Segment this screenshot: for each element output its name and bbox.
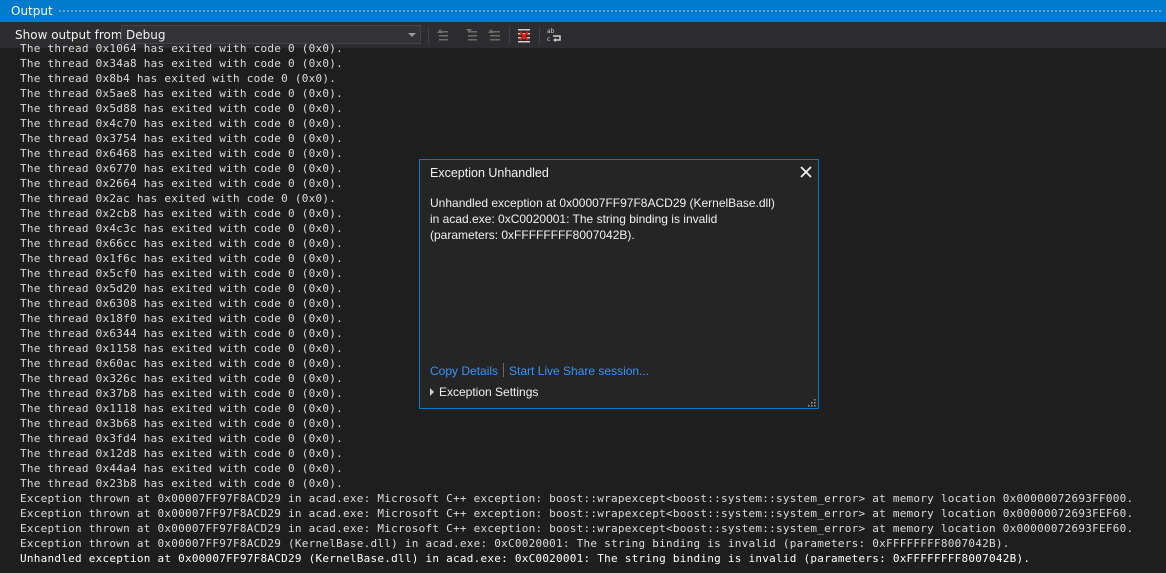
dialog-links: Copy Details Start Live Share session... <box>430 363 649 378</box>
log-line: The thread 0x12d8 has exited with code 0… <box>20 447 344 460</box>
log-line: Exception thrown at 0x00007FF97F8ACD29 i… <box>20 507 1134 520</box>
chevron-down-icon <box>408 33 416 37</box>
titlebar-drag-grip[interactable] <box>58 9 1162 14</box>
log-line: Unhandled exception at 0x00007FF97F8ACD2… <box>20 552 1031 565</box>
log-line: The thread 0x44a4 has exited with code 0… <box>20 462 344 475</box>
dialog-title: Exception Unhandled <box>430 166 549 180</box>
log-line: The thread 0x4c70 has exited with code 0… <box>20 117 344 130</box>
log-line: The thread 0x3754 has exited with code 0… <box>20 132 344 145</box>
link-divider <box>503 363 505 377</box>
log-line: The thread 0x1064 has exited with code 0… <box>20 42 344 55</box>
log-line: The thread 0x5ae8 has exited with code 0… <box>20 87 344 100</box>
expand-arrow-icon <box>430 388 434 396</box>
output-source-value: Debug <box>126 28 166 42</box>
exception-settings-expander[interactable]: Exception Settings <box>430 385 538 399</box>
log-line: Exception thrown at 0x00007FF97F8ACD29 i… <box>20 522 1134 535</box>
log-line: Exception thrown at 0x00007FF97F8ACD29 i… <box>20 492 1134 505</box>
svg-text:ab: ab <box>547 28 555 35</box>
copy-details-link[interactable]: Copy Details <box>430 364 498 378</box>
log-line: The thread 0x3fd4 has exited with code 0… <box>20 432 344 445</box>
exception-message: Unhandled exception at 0x00007FF97F8ACD2… <box>430 196 775 242</box>
output-panel-titlebar: Output <box>0 0 1166 22</box>
log-line: The thread 0x3b68 has exited with code 0… <box>20 417 344 430</box>
panel-title: Output <box>11 4 53 18</box>
log-line: The thread 0x5d88 has exited with code 0… <box>20 102 344 115</box>
exception-unhandled-dialog: Exception Unhandled Unhandled exception … <box>419 159 819 409</box>
start-live-share-link[interactable]: Start Live Share session... <box>509 364 649 378</box>
exception-settings-label: Exception Settings <box>439 385 539 399</box>
resize-grip-icon[interactable] <box>806 396 816 407</box>
log-line: The thread 0x23b8 has exited with code 0… <box>20 477 344 490</box>
log-line: Exception thrown at 0x00007FF97F8ACD29 (… <box>20 537 1010 550</box>
log-line: The thread 0x8b4 has exited with code 0 … <box>20 72 337 85</box>
show-output-from-label: Show output from: <box>15 28 127 42</box>
log-line: The thread 0x34a8 has exited with code 0… <box>20 57 344 70</box>
close-icon <box>800 166 812 178</box>
close-button[interactable] <box>798 164 814 180</box>
